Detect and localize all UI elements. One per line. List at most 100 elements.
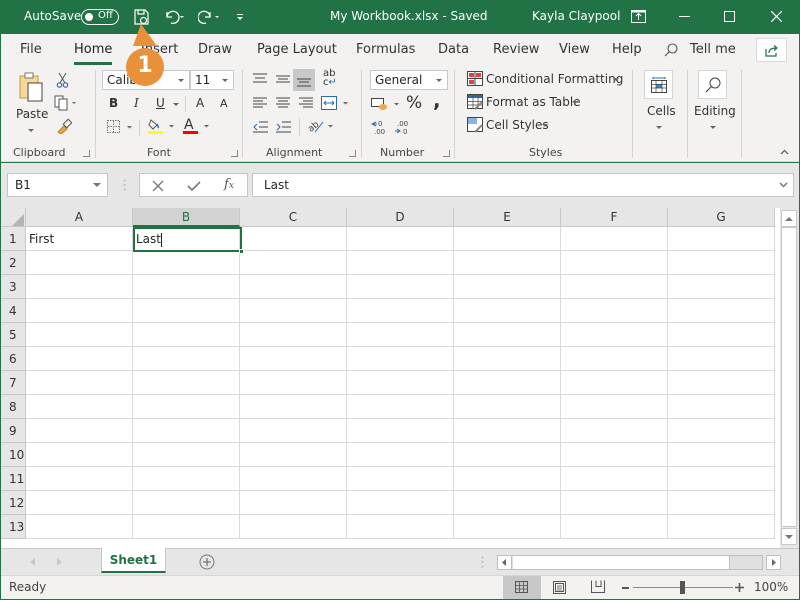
cell-b10[interactable] [133,443,240,467]
cell-b6[interactable] [133,347,240,371]
cell-d3[interactable] [347,275,454,299]
cell-b5[interactable] [133,323,240,347]
user-name[interactable]: Kayla Claypool [532,9,620,23]
editing-button[interactable] [698,70,727,99]
cell-b8[interactable] [133,395,240,419]
cell-f13[interactable] [561,515,668,539]
cell-c1[interactable] [240,227,347,251]
column-header-g[interactable]: G [668,208,775,227]
cell-c5[interactable] [240,323,347,347]
cell-g9[interactable] [668,419,775,443]
scroll-down-button[interactable] [781,528,797,545]
column-header-f[interactable]: F [561,208,668,227]
cell-c8[interactable] [240,395,347,419]
vertical-scrollbar[interactable] [780,208,799,548]
editing-label[interactable]: Editing [694,104,736,118]
row-header-9[interactable]: 9 [1,419,26,443]
cell-b3[interactable] [133,275,240,299]
name-box[interactable]: B1 [7,173,108,197]
cell-a8[interactable] [26,395,133,419]
previous-sheet-icon[interactable] [30,558,35,566]
paste-label[interactable]: Paste [16,107,48,121]
column-header-c[interactable]: C [240,208,347,227]
cells-button[interactable] [644,70,673,99]
normal-view-button[interactable] [503,576,541,599]
cell-f6[interactable] [561,347,668,371]
conditional-formatting-icon[interactable] [467,71,484,87]
cell-e8[interactable] [454,395,561,419]
format-painter-icon[interactable] [56,118,72,134]
top-align-icon[interactable] [253,73,267,85]
column-header-b[interactable]: B [133,208,240,227]
resize-handle-icon[interactable] [123,179,126,191]
cell-g4[interactable] [668,299,775,323]
cell-c9[interactable] [240,419,347,443]
cell-f8[interactable] [561,395,668,419]
horizontal-scroll-thumb[interactable] [513,556,730,569]
scroll-left-button[interactable] [498,556,512,569]
italic-button[interactable]: I [134,96,139,110]
cell-d6[interactable] [347,347,454,371]
cell-a7[interactable] [26,371,133,395]
cell-a5[interactable] [26,323,133,347]
font-color-icon[interactable]: A [182,117,212,135]
share-button[interactable] [756,38,787,62]
collapse-ribbon-icon[interactable] [780,149,789,155]
number-launcher-icon[interactable] [443,150,450,157]
cell-e13[interactable] [454,515,561,539]
cell-g1[interactable] [668,227,775,251]
row-header-6[interactable]: 6 [1,347,26,371]
cell-g6[interactable] [668,347,775,371]
close-icon[interactable] [771,11,782,22]
fill-handle[interactable] [239,249,244,254]
horizontal-scrollbar[interactable] [497,555,763,570]
bottom-align-button[interactable] [293,69,315,91]
cell-b7[interactable] [133,371,240,395]
cell-f7[interactable] [561,371,668,395]
cell-a10[interactable] [26,443,133,467]
tab-review[interactable]: Review [493,42,539,57]
copy-icon[interactable] [54,95,78,111]
fill-color-icon[interactable] [147,117,177,135]
row-header-2[interactable]: 2 [1,251,26,275]
borders-icon[interactable] [107,120,135,134]
cell-g5[interactable] [668,323,775,347]
cell-c3[interactable] [240,275,347,299]
insert-function-icon[interactable]: fx [224,177,234,192]
decrease-indent-icon[interactable] [253,121,268,133]
column-header-e[interactable]: E [454,208,561,227]
cell-a4[interactable] [26,299,133,323]
sheet-tab-sheet1[interactable]: Sheet1 [101,548,166,573]
cell-g7[interactable] [668,371,775,395]
increase-indent-icon[interactable] [276,121,291,133]
row-header-7[interactable]: 7 [1,371,26,395]
autosave-toggle[interactable]: Off [81,9,119,25]
cell-d13[interactable] [347,515,454,539]
cell-f1[interactable] [561,227,668,251]
undo-icon[interactable] [163,9,185,25]
cell-f11[interactable] [561,467,668,491]
cell-f12[interactable] [561,491,668,515]
align-right-icon[interactable] [299,97,313,109]
cell-g13[interactable] [668,515,775,539]
number-format-dropdown[interactable]: General [370,70,448,90]
cell-g12[interactable] [668,491,775,515]
cell-a6[interactable] [26,347,133,371]
tab-data[interactable]: Data [438,42,469,57]
cell-a9[interactable] [26,419,133,443]
cell-b9[interactable] [133,419,240,443]
cell-d4[interactable] [347,299,454,323]
cell-g3[interactable] [668,275,775,299]
cell-styles-button[interactable]: Cell Styles [486,118,549,132]
minimize-icon[interactable] [679,16,690,18]
underline-dropdown-icon[interactable] [173,103,179,106]
cell-c2[interactable] [240,251,347,275]
column-header-a[interactable]: A [26,208,133,227]
cell-e11[interactable] [454,467,561,491]
increase-font-size-button[interactable]: A [196,96,204,110]
cell-e5[interactable] [454,323,561,347]
format-as-table-button[interactable]: Format as Table [486,95,581,109]
tab-split-handle[interactable] [481,556,484,568]
cancel-icon[interactable] [152,180,164,192]
format-as-table-icon[interactable] [467,94,484,110]
